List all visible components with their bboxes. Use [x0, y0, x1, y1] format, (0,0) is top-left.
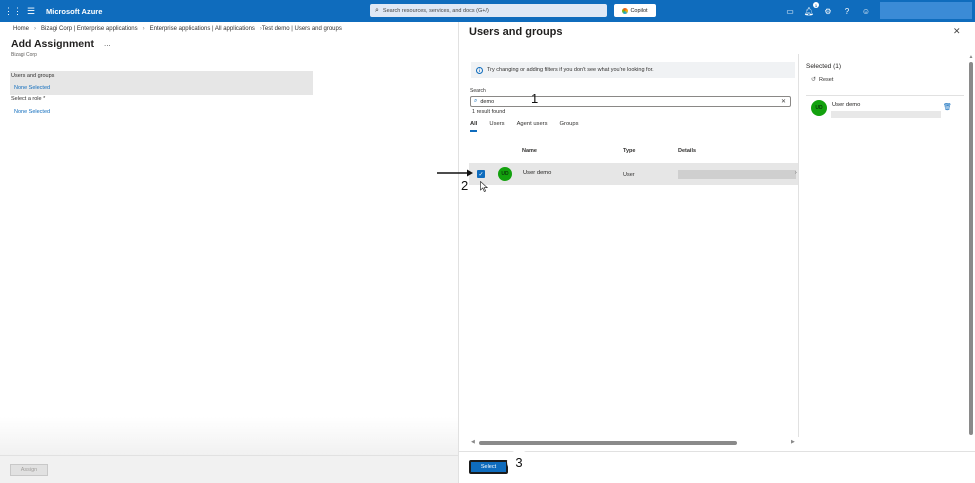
hamburger-menu-icon[interactable]: ☰ [22, 0, 40, 22]
panel-footer: Select [459, 451, 975, 483]
breadcrumb-home[interactable]: Home [13, 26, 29, 32]
selected-item-email-redacted [831, 111, 941, 118]
vertical-scroll-thumb[interactable] [969, 62, 973, 435]
chevron-right-icon: › [795, 170, 797, 176]
scroll-up-icon[interactable]: ▲ [968, 54, 974, 60]
step-3-number: 3 [515, 454, 523, 470]
reset-button[interactable]: ↺ Reset [811, 76, 834, 84]
step-2-annotation: 2 [461, 178, 469, 193]
users-groups-label: Users and groups [11, 73, 55, 79]
users-groups-section: Users and groups None Selected [10, 71, 313, 95]
search-value: demo [480, 98, 495, 105]
row-type: User [623, 172, 635, 178]
table-row[interactable]: ✓ UD User demo User › [469, 163, 798, 185]
feedback-icon[interactable]: ☺ [860, 5, 872, 17]
help-icon[interactable]: ? [841, 5, 853, 17]
page-fade [0, 417, 458, 455]
scroll-down-icon[interactable]: ▼ [968, 430, 974, 436]
copilot-label: Copilot [630, 7, 648, 14]
tab-users[interactable]: Users [489, 121, 504, 132]
breadcrumb-test-demo[interactable]: Test demo | Users and groups [262, 26, 342, 32]
close-icon[interactable]: ✕ [953, 26, 961, 37]
info-text: Try changing or adding filters if you do… [487, 67, 654, 73]
search-icon: ⌕ [474, 98, 478, 104]
column-header-name[interactable]: Name [522, 148, 537, 154]
selected-title: Selected (1) [806, 63, 842, 70]
global-search-input[interactable]: ⌕ Search resources, services, and docs (… [370, 4, 607, 17]
search-input[interactable]: ⌕ demo ✕ [470, 96, 791, 107]
info-icon: i [476, 66, 483, 74]
step-1-annotation: 1 [531, 91, 539, 106]
tab-agent-users[interactable]: Agent users [517, 121, 548, 132]
scroll-right-icon[interactable]: ▶ [791, 439, 795, 445]
topbar-actions: ▭ 🔔︎ 1 ⚙ ? ☺ [784, 0, 872, 22]
users-groups-none-selected-link[interactable]: None Selected [14, 85, 50, 91]
mouse-cursor-icon [480, 181, 488, 192]
vertical-scrollbar[interactable]: ▲ ▼ [968, 54, 974, 437]
cloud-shell-icon[interactable]: ▭ [784, 5, 796, 17]
breadcrumb: Home › Bizagi Corp | Enterprise applicat… [13, 26, 342, 32]
azure-top-bar: ⋮⋮ ☰ Microsoft Azure ⌕ Search resources,… [0, 0, 975, 22]
copilot-icon [622, 7, 629, 14]
row-name: User demo [523, 170, 552, 176]
select-role-label: Select a role * [11, 96, 46, 102]
breadcrumb-all-apps[interactable]: Enterprise applications | All applicatio… [150, 26, 255, 32]
role-none-selected-link[interactable]: None Selected [14, 109, 50, 115]
horizontal-scrollbar[interactable]: ◀ ▶ [469, 439, 797, 447]
add-assignment-page: Home › Bizagi Corp | Enterprise applicat… [0, 22, 458, 483]
row-checkbox[interactable]: ✓ [477, 170, 485, 178]
more-options-icon[interactable]: ... [104, 39, 111, 48]
results-count: 1 result found [472, 109, 506, 115]
pane-divider [798, 54, 799, 437]
filter-tabs: All Users Agent users Groups [470, 121, 591, 132]
row-details-redacted [678, 170, 796, 179]
global-search-placeholder: Search resources, services, and docs (G+… [382, 7, 489, 14]
page-subtitle: Bizagi Corp [11, 52, 37, 58]
avatar: UD [498, 167, 512, 181]
horizontal-scroll-thumb[interactable] [479, 441, 737, 445]
column-header-type[interactable]: Type [623, 148, 635, 154]
notifications-icon[interactable]: 🔔︎ 1 [803, 2, 819, 17]
account-area[interactable] [880, 2, 972, 19]
breadcrumb-separator: › [142, 26, 145, 32]
panel-title: Users and groups [469, 26, 563, 38]
trash-icon[interactable]: 🗑︎ [943, 103, 952, 111]
select-button[interactable]: Select [469, 460, 508, 474]
reset-icon: ↺ [811, 77, 817, 83]
breadcrumb-separator: › [34, 26, 37, 32]
clear-search-icon[interactable]: ✕ [781, 98, 786, 105]
arrow-right-icon [437, 169, 473, 177]
page-footer: Assign [0, 455, 458, 483]
portal-menu-icon[interactable]: ⋮⋮ [4, 0, 22, 22]
avatar: UD [811, 100, 827, 116]
search-icon: ⌕ [375, 6, 379, 14]
settings-gear-icon[interactable]: ⚙ [822, 5, 834, 17]
step-3-annotation: 3 [507, 450, 531, 474]
brand-title[interactable]: Microsoft Azure [46, 7, 102, 16]
notification-badge: 1 [813, 2, 819, 8]
tab-all[interactable]: All [470, 121, 478, 132]
selected-divider [806, 95, 964, 96]
tab-groups[interactable]: Groups [560, 121, 579, 132]
assign-button[interactable]: Assign [10, 464, 48, 476]
column-header-details[interactable]: Details [678, 148, 696, 154]
scroll-left-icon[interactable]: ◀ [471, 439, 475, 445]
info-banner: i Try changing or adding filters if you … [471, 62, 795, 78]
search-label: Search [470, 88, 486, 94]
copilot-button[interactable]: Copilot [614, 4, 656, 17]
page-title: Add Assignment [11, 38, 95, 50]
breadcrumb-enterprise-apps[interactable]: Bizagi Corp | Enterprise applications [41, 26, 138, 32]
selected-item-name: User demo [832, 102, 861, 108]
reset-label: Reset [819, 76, 834, 83]
